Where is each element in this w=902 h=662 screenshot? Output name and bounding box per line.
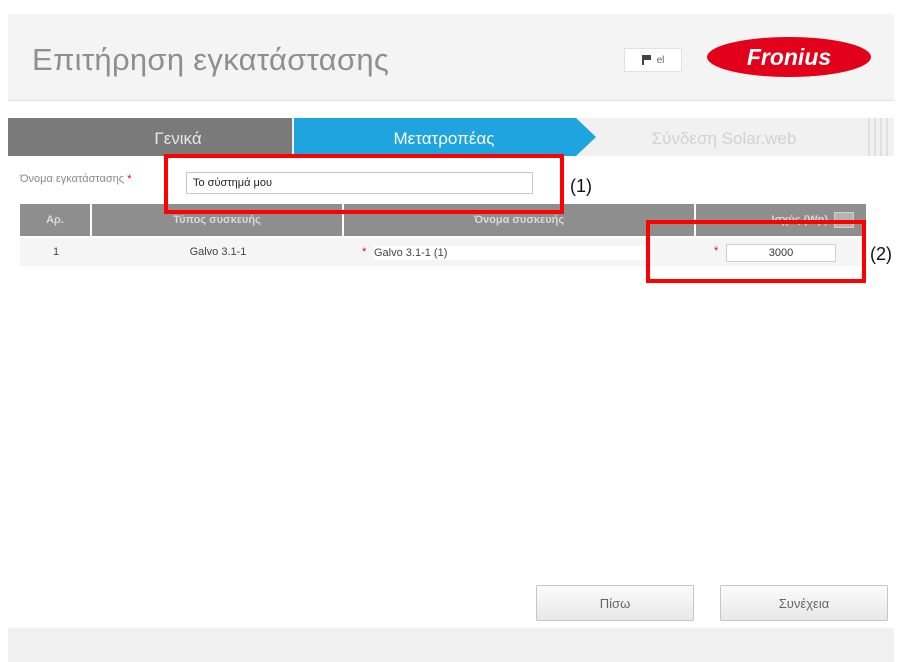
step-inverter-label: Μετατροπέας [394,129,495,148]
language-selector[interactable]: el [624,48,682,72]
column-header-number: Αρ. [20,204,92,236]
language-code: el [656,54,665,66]
logo-text: Fronius [747,44,831,70]
required-star: * [127,173,132,185]
step-inverter[interactable]: Μετατροπέας [294,118,596,156]
system-name-label: Όνομα εγκατάστασης * [20,173,132,185]
row-number: 1 [52,246,60,258]
highlight-box-system-name [164,154,564,214]
step-solarweb[interactable]: Σύνδεση Solar.web [652,129,797,148]
highlight-box-power [646,220,866,283]
back-button[interactable]: Πίσω [536,585,694,621]
step-navigation: Γενικά Μετατροπέας Σύνδεση Solar.web [8,118,894,156]
footer-bar [8,628,894,662]
required-star: * [362,246,367,258]
fronius-logo: Fronius [707,37,871,77]
step-general[interactable]: Γενικά [8,118,292,156]
callout-1: (1) [570,176,592,196]
device-name-input[interactable] [374,246,648,260]
step-solarweb-label: Σύνδεση Solar.web [652,129,797,148]
callout-2: (2) [870,244,892,264]
continue-button[interactable]: Συνέχεια [720,585,888,621]
flag-icon [641,55,651,65]
row-device-type: Galvo 3.1-1 [189,246,247,258]
page-title: Επιτήρηση εγκατάστασης [32,42,390,77]
step-general-label: Γενικά [154,129,202,148]
